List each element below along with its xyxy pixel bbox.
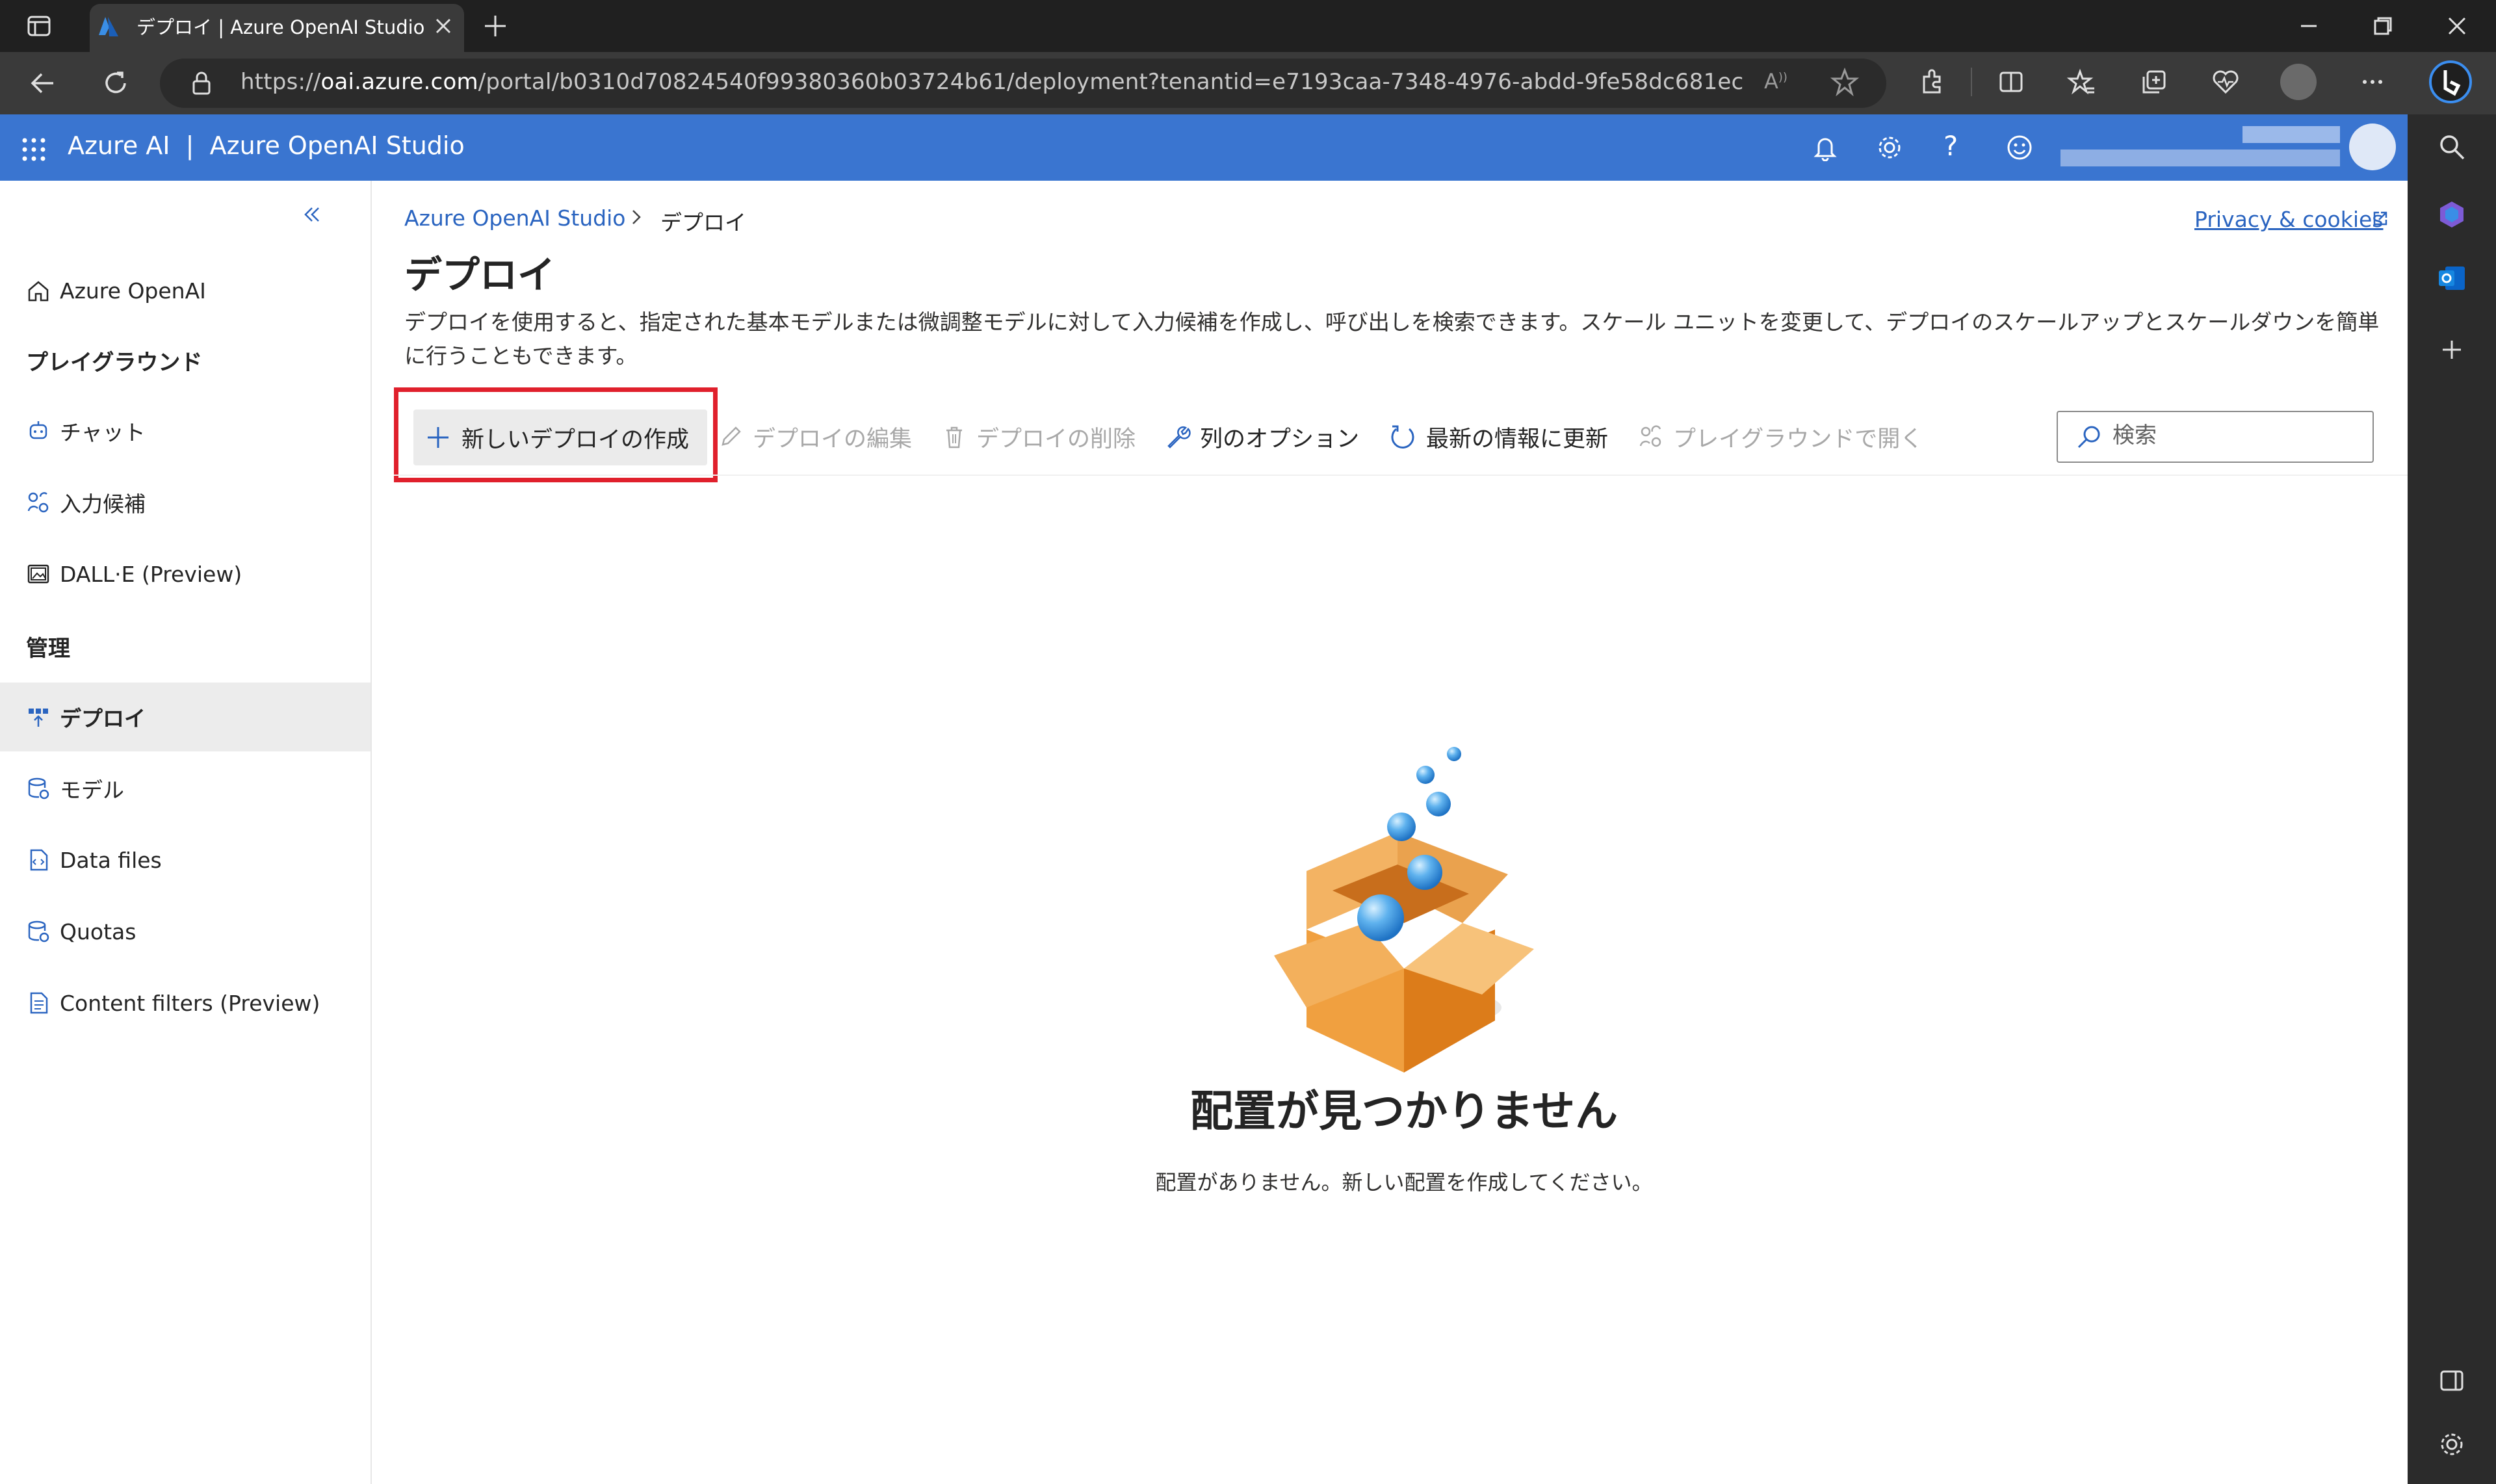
column-options-label: 列のオプション [1200, 426, 1360, 452]
double-chevron-left-icon[interactable] [302, 204, 322, 225]
column-options-button[interactable]: 列のオプション [1165, 416, 1359, 458]
tab-close-icon[interactable] [432, 14, 455, 38]
edge-sidebar [2408, 114, 2496, 1484]
favorite-star-icon[interactable] [1830, 68, 1859, 96]
nav-item-deployments[interactable]: デプロイ [0, 683, 370, 751]
open-playground-label: プレイグラウンドで開く [1673, 426, 1923, 452]
help-icon[interactable]: ? [1944, 130, 1958, 162]
nav-item-azure-openai[interactable]: Azure OpenAI [0, 256, 370, 325]
nav-label: デプロイ [60, 706, 146, 731]
azure-favicon-icon [96, 14, 121, 39]
nav-item-dalle[interactable]: DALL·E (Preview) [0, 540, 370, 608]
nav-label: Quotas [60, 918, 136, 944]
browser-essentials-icon[interactable] [2211, 68, 2240, 96]
toolbar-divider [1971, 68, 1972, 96]
search-input[interactable] [2112, 423, 2360, 449]
extensions-icon[interactable] [1918, 68, 1946, 96]
new-tab-icon[interactable] [482, 13, 508, 39]
nav-label: Azure OpenAI [60, 278, 206, 304]
refresh-button[interactable]: 最新の情報に更新 [1388, 416, 1608, 458]
sidebar-add-icon[interactable] [2438, 335, 2466, 364]
empty-state-title: 配置が見つかりません [1190, 1086, 1618, 1136]
delete-deployment-button[interactable]: デプロイの削除 [941, 416, 1136, 458]
pencil-icon [718, 424, 744, 450]
split-screen-icon[interactable] [1997, 68, 2025, 96]
nav-label: Data files [60, 847, 162, 873]
empty-box-illustration [1248, 735, 1560, 1073]
data-file-icon [26, 848, 51, 872]
read-aloud-icon[interactable]: A)) [1764, 69, 1788, 94]
nav-label: チャット [60, 420, 146, 445]
nav-label: Content filters (Preview) [60, 990, 320, 1016]
breadcrumb-root-link[interactable]: Azure OpenAI Studio [404, 205, 626, 231]
chat-bot-icon [26, 419, 51, 443]
breadcrumb-current: デプロイ [660, 210, 746, 235]
settings-gear-icon[interactable] [1876, 134, 1903, 161]
deployment-icon [26, 705, 51, 729]
image-icon [26, 562, 51, 586]
edit-deployment-button[interactable]: デプロイの編集 [718, 416, 912, 458]
page-title: デプロイ [404, 253, 556, 297]
nav-section-playground: プレイグラウンド [26, 350, 203, 376]
sidebar-search-icon[interactable] [2438, 133, 2466, 161]
nav-item-completions[interactable]: 入力候補 [0, 468, 370, 537]
trash-icon [941, 424, 967, 450]
notifications-bell-icon[interactable] [1812, 134, 1838, 161]
page-description: デプロイを使用すると、指定された基本モデルまたは微調整モデルに対して入力候補を作… [404, 309, 2380, 369]
sidebar-toggle-icon[interactable] [2438, 1366, 2466, 1395]
url-text[interactable]: https://oai.azure.com/portal/b0310d70824… [240, 69, 1743, 95]
nav-item-models[interactable]: モデル [0, 754, 370, 823]
search-box[interactable] [2057, 411, 2374, 463]
completions-icon [26, 490, 51, 515]
feedback-smiley-icon[interactable] [2006, 134, 2033, 161]
highlight-annotation [394, 387, 718, 482]
empty-state-description: 配置がありません。新しい配置を作成してください。 [1155, 1170, 1653, 1195]
profile-avatar[interactable] [2280, 64, 2317, 100]
nav-item-content-filters[interactable]: Content filters (Preview) [0, 969, 370, 1037]
nav-label: 入力候補 [60, 491, 146, 517]
minimize-icon[interactable] [2297, 14, 2320, 38]
playground-icon [1638, 424, 1664, 450]
home-icon [26, 278, 51, 303]
tab-title: デプロイ | Azure OpenAI Studio [136, 16, 425, 38]
refresh-label: 最新の情報に更新 [1426, 426, 1609, 452]
back-icon[interactable] [29, 69, 57, 98]
tab-actions-icon[interactable] [26, 13, 52, 39]
wrench-icon [1165, 424, 1191, 450]
edit-deployment-label: デプロイの編集 [753, 426, 913, 452]
nav-label: DALL·E (Preview) [60, 561, 242, 587]
sidebar-outlook-icon[interactable] [2436, 263, 2467, 294]
restore-icon[interactable] [2371, 14, 2395, 38]
nav-section-manage: 管理 [26, 636, 70, 662]
nav-item-chat[interactable]: チャット [0, 397, 370, 465]
content-filter-icon [26, 991, 51, 1015]
favorites-icon[interactable] [2067, 68, 2096, 96]
command-bar-divider [394, 475, 2408, 476]
more-menu-icon[interactable] [2358, 68, 2387, 96]
app-launcher-icon[interactable] [21, 137, 47, 163]
lock-icon[interactable] [190, 70, 213, 96]
window-close-icon[interactable] [2445, 14, 2469, 38]
sidebar-copilot-icon[interactable] [2436, 199, 2467, 230]
refresh-icon[interactable] [101, 69, 130, 98]
bing-copilot-icon[interactable] [2428, 60, 2473, 104]
nav-item-data-files[interactable]: Data files [0, 826, 370, 894]
nav-label: モデル [60, 777, 124, 803]
sidebar-settings-icon[interactable] [2438, 1430, 2466, 1459]
models-icon [26, 776, 51, 801]
delete-deployment-label: デプロイの削除 [976, 426, 1136, 452]
breadcrumb-chevron-icon [629, 208, 645, 226]
account-info-blurred[interactable] [2054, 121, 2353, 176]
account-avatar[interactable] [2349, 124, 2396, 170]
left-navigation: Azure OpenAI プレイグラウンド チャット 入力候補 DALL·E (… [0, 181, 372, 1484]
quotas-icon [26, 919, 51, 944]
open-playground-button[interactable]: プレイグラウンドで開く [1638, 416, 1923, 458]
collections-icon[interactable] [2140, 68, 2168, 96]
search-icon [2076, 424, 2102, 450]
azure-brand[interactable]: Azure AI | Azure OpenAI Studio [68, 131, 465, 160]
refresh-circle-icon [1388, 423, 1417, 451]
nav-item-quotas[interactable]: Quotas [0, 897, 370, 966]
external-link-icon [2371, 209, 2389, 228]
privacy-cookies-link[interactable]: Privacy & cookies [2194, 207, 2384, 232]
